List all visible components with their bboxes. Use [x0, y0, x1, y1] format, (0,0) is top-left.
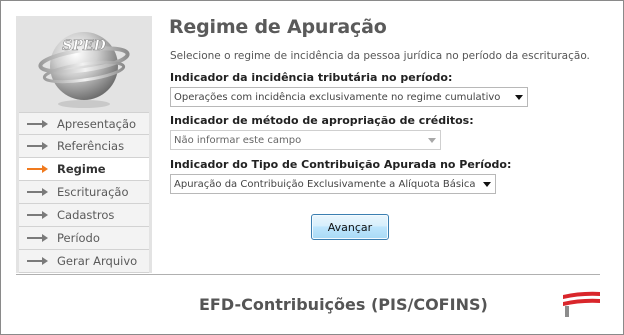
sped-globe-logo-icon: SPED: [38, 32, 130, 108]
sidebar-item-cadastros[interactable]: Cadastros: [19, 204, 149, 227]
sidebar-item-periodo[interactable]: Período: [19, 227, 149, 250]
incidencia-select[interactable]: Operações com incidência exclusivamente …: [170, 87, 528, 107]
sidebar-item-escrituracao[interactable]: Escrituração: [19, 181, 149, 204]
chevron-down-icon: [479, 175, 495, 193]
page-title: Regime de Apuração: [169, 16, 387, 38]
sidebar-item-label: Regime: [57, 162, 106, 176]
sidebar: SPED Apresentação Referências Regime Esc…: [16, 16, 152, 273]
sidebar-item-label: Período: [57, 231, 100, 245]
apropriacao-label: Indicador de método de apropriação de cr…: [170, 114, 474, 127]
sidebar-item-label: Gerar Arquivo: [57, 254, 138, 268]
apropriacao-select[interactable]: Não informar este campo: [170, 130, 441, 150]
chevron-down-icon: [424, 131, 440, 149]
sidebar-item-regime[interactable]: Regime: [19, 158, 149, 181]
arrow-right-icon: [27, 234, 48, 242]
wizard-window: SPED Apresentação Referências Regime Esc…: [0, 0, 624, 335]
apropriacao-select-value: Não informar este campo: [174, 134, 302, 146]
sidebar-item-label: Referências: [57, 139, 125, 153]
chevron-down-icon: [511, 88, 527, 106]
contribuicao-label: Indicador do Tipo de Contribuição Apurad…: [170, 158, 512, 171]
arrow-right-icon: [27, 257, 48, 265]
avancar-button-label: Avançar: [327, 220, 373, 234]
arrow-right-icon: [27, 165, 48, 173]
arrow-right-icon: [27, 142, 48, 150]
page-subtitle: Selecione o regime de incidência da pess…: [170, 50, 590, 62]
incidencia-label: Indicador da incidência tributária no pe…: [170, 71, 453, 84]
sped-logo: SPED: [16, 16, 152, 114]
contribuicao-select-value: Apuração da Contribuição Exclusivamente …: [174, 178, 476, 190]
sidebar-item-referencias[interactable]: Referências: [19, 135, 149, 158]
sidebar-item-label: Apresentação: [57, 116, 137, 131]
contribuicao-select[interactable]: Apuração da Contribuição Exclusivamente …: [170, 174, 496, 194]
receita-federal-logo-icon: [563, 291, 600, 317]
sidebar-item-apresentacao[interactable]: Apresentação: [19, 112, 149, 135]
arrow-right-icon: [27, 119, 48, 128]
svg-text:SPED: SPED: [62, 38, 106, 54]
sidebar-item-label: Escrituração: [57, 185, 129, 199]
arrow-right-icon: [27, 188, 48, 196]
wizard-nav: Apresentação Referências Regime Escritur…: [19, 112, 149, 273]
avancar-button[interactable]: Avançar: [311, 214, 389, 240]
sidebar-item-label: Cadastros: [57, 208, 115, 222]
incidencia-select-value: Operações com incidência exclusivamente …: [174, 91, 501, 103]
app-title: EFD-Contribuições (PIS/COFINS): [199, 295, 488, 314]
footer-divider: [16, 274, 600, 275]
arrow-right-icon: [27, 211, 48, 219]
sidebar-item-gerar-arquivo[interactable]: Gerar Arquivo: [19, 250, 149, 273]
